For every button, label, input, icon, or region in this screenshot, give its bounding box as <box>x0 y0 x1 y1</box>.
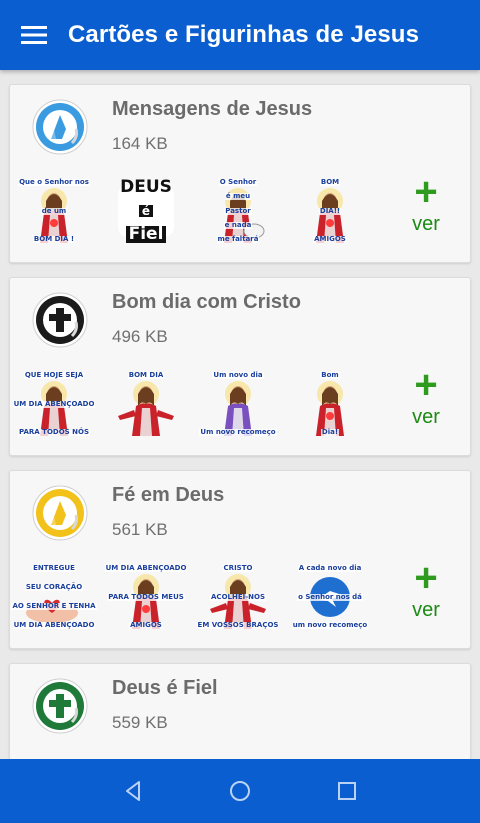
sticker-preview[interactable]: DEUS é Fiel <box>114 179 178 243</box>
menu-button[interactable] <box>0 0 68 70</box>
sticker-image <box>118 185 174 237</box>
sticker-preview[interactable]: O Senhor é meu Pastor e nada me faltará <box>206 179 270 243</box>
view-more-button[interactable]: + ver <box>400 556 452 631</box>
sticker-image <box>224 188 265 243</box>
sticker-preview[interactable]: BOM DIA <box>114 372 178 436</box>
view-more-button[interactable]: + ver <box>400 170 452 245</box>
pack-name: Mensagens de Jesus <box>112 98 313 120</box>
pack-name: Bom dia com Cristo <box>112 291 301 313</box>
sticker-preview-row: ENTREGUE SEU CORAÇÃO AO SENHOR E TENHA UM D… <box>11 565 390 629</box>
back-button[interactable] <box>113 771 153 811</box>
view-more-label: ver <box>412 599 440 621</box>
sticker-image <box>310 577 350 617</box>
cross-icon <box>32 292 88 348</box>
sticker-preview-row: Que o Senhor nos de um BOM DIA ! DEUS é Fiel O… <box>18 179 390 243</box>
view-more-label: ver <box>412 406 440 428</box>
sticker-pack-card[interactable]: Deus é Fiel 559 KB <box>9 663 471 759</box>
sticker-preview[interactable]: QUE HOJE SEJA UM DIA ABENÇOADO PARA TODOS … <box>12 372 96 436</box>
sticker-pack-card[interactable]: Mensagens de Jesus 164 KB Que o Senhor nos… <box>9 84 471 263</box>
sticker-preview[interactable]: Um novo dia Um novo recomeço <box>199 372 277 436</box>
recents-button[interactable] <box>327 771 367 811</box>
view-more-label: ver <box>412 213 440 235</box>
home-button[interactable] <box>220 771 260 811</box>
sticker-pack-card[interactable]: Bom dia com Cristo 496 KB QUE HOJE SEJA UM … <box>9 277 471 456</box>
sticker-pack-list[interactable]: Mensagens de Jesus 164 KB Que o Senhor nos… <box>0 70 480 759</box>
plus-icon: + <box>414 170 438 214</box>
app-bar: Cartões e Figurinhas de Jesus <box>0 0 480 70</box>
sticker-preview[interactable]: UM DIA ABENÇOADO PARA TODOS MEUS AMIGOS <box>104 565 188 629</box>
sticker-image <box>224 381 252 436</box>
pack-size: 496 KB <box>112 327 168 346</box>
pack-size: 164 KB <box>112 134 168 153</box>
sticker-image <box>40 381 68 436</box>
pack-icon <box>32 678 88 734</box>
sticker-preview[interactable]: BOM DIA!! AMIGOS <box>298 179 362 243</box>
sticker-preview-row: QUE HOJE SEJA UM DIA ABENÇOADO PARA TODOS … <box>12 372 390 436</box>
pack-icon <box>32 292 88 348</box>
sticker-preview[interactable]: Bom Dia! <box>298 372 362 436</box>
sticker-image <box>316 188 344 243</box>
pack-name: Deus é Fiel <box>112 677 218 699</box>
back-icon <box>126 781 141 801</box>
sticker-image <box>118 381 174 436</box>
view-more-button[interactable]: + ver <box>400 363 452 438</box>
sticker-pack-card[interactable]: Fé em Deus 561 KB ENTREGUE SEU CORAÇÃO AO SE… <box>9 470 471 649</box>
sticker-preview[interactable]: Que o Senhor nos de um BOM DIA ! <box>18 179 90 243</box>
pack-size: 561 KB <box>112 520 168 539</box>
sticker-preview[interactable]: A cada novo dia o Senhor nos dá um novo re… <box>291 565 369 629</box>
sticker-image <box>26 599 78 623</box>
app-title: Cartões e Figurinhas de Jesus <box>68 21 420 48</box>
sticker-preview[interactable]: CRISTO ACOLHEI-NOS EM VOSSOS BRAÇOS <box>196 565 280 629</box>
pack-icon <box>32 99 88 155</box>
pack-name: Fé em Deus <box>112 484 225 506</box>
praying-hands-icon <box>32 485 88 541</box>
sticker-preview[interactable]: ENTREGUE SEU CORAÇÃO AO SENHOR E TENHA UM D… <box>11 565 97 629</box>
plus-icon: + <box>414 363 438 407</box>
system-navigation-bar <box>0 759 480 823</box>
hamburger-menu-icon <box>21 26 47 44</box>
plus-icon: + <box>414 556 438 600</box>
home-icon <box>229 781 250 801</box>
pack-size: 559 KB <box>112 713 168 732</box>
sticker-image <box>210 574 266 629</box>
pack-icon <box>32 485 88 541</box>
cross-icon <box>32 678 88 734</box>
recents-icon <box>337 782 356 800</box>
praying-hands-icon <box>32 99 88 155</box>
sticker-image <box>132 574 160 629</box>
sticker-image <box>316 381 344 436</box>
sticker-image <box>40 188 68 243</box>
